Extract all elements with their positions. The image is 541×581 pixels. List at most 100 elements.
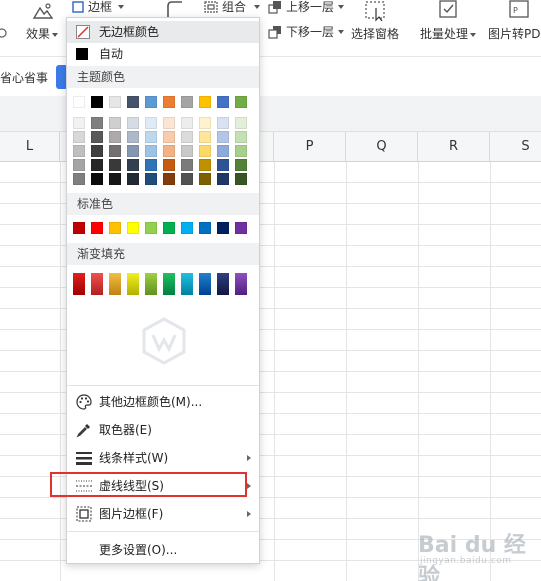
theme-color-swatch[interactable] [235,96,247,108]
theme-shade-swatch[interactable] [217,173,229,185]
menu-item-line-style[interactable]: 线条样式(W) [67,447,259,469]
theme-shade-swatch[interactable] [73,145,85,157]
selection-pane-button[interactable]: 选择窗格 [351,27,399,41]
theme-color-swatch[interactable] [73,96,85,108]
theme-shade-swatch[interactable] [235,117,247,129]
standard-color-swatch[interactable] [217,222,229,234]
theme-color-swatch[interactable] [145,96,157,108]
theme-shade-swatch[interactable] [163,131,175,143]
effect-button[interactable]: 效果 [26,27,59,41]
settings-partial-icon[interactable] [0,26,10,40]
menu-item-more-border-colors[interactable]: 其他边框颜色(M)... [67,391,259,413]
theme-shade-swatch[interactable] [73,117,85,129]
theme-shade-swatch[interactable] [163,117,175,129]
theme-shade-swatch[interactable] [181,131,193,143]
standard-color-swatch[interactable] [199,222,211,234]
theme-shade-swatch[interactable] [91,131,103,143]
send-backward-button[interactable]: 下移一层 [264,25,346,41]
theme-shade-swatch[interactable] [217,131,229,143]
theme-color-swatch[interactable] [163,96,175,108]
gradient-swatch[interactable] [235,273,247,295]
menu-item-picture-border[interactable]: 图片边框(F) [67,503,259,525]
theme-shade-swatch[interactable] [73,173,85,185]
theme-shade-swatch[interactable] [163,159,175,171]
batch-button[interactable]: 批量处理 [420,27,477,41]
theme-shade-swatch[interactable] [199,131,211,143]
theme-color-swatch[interactable] [127,96,139,108]
gradient-swatch[interactable] [109,273,121,295]
menu-item-more-settings[interactable]: 更多设置(O)... [67,539,259,561]
standard-color-swatch[interactable] [91,222,103,234]
theme-color-swatch[interactable] [181,96,193,108]
column-header-s[interactable]: S [490,132,541,162]
theme-shade-swatch[interactable] [199,145,211,157]
theme-shade-swatch[interactable] [109,159,121,171]
theme-shade-swatch[interactable] [145,131,157,143]
standard-color-swatch[interactable] [235,222,247,234]
theme-shade-swatch[interactable] [127,159,139,171]
gradient-swatch[interactable] [127,273,139,295]
theme-shade-swatch[interactable] [109,131,121,143]
theme-shade-swatch[interactable] [91,117,103,129]
theme-shade-swatch[interactable] [163,173,175,185]
gradient-swatch[interactable] [163,273,175,295]
theme-shade-swatch[interactable] [181,145,193,157]
theme-shade-swatch[interactable] [181,159,193,171]
theme-color-swatch[interactable] [91,96,103,108]
theme-color-swatch[interactable] [199,96,211,108]
standard-color-swatch[interactable] [163,222,175,234]
theme-shade-swatch[interactable] [235,159,247,171]
column-header-l[interactable]: L [0,132,60,162]
gradient-swatch[interactable] [181,273,193,295]
theme-shade-swatch[interactable] [145,159,157,171]
theme-shade-swatch[interactable] [217,117,229,129]
theme-shade-swatch[interactable] [73,159,85,171]
theme-shade-swatch[interactable] [91,145,103,157]
gradient-swatch[interactable] [91,273,103,295]
selection-pane-icon[interactable] [364,0,388,22]
column-header-q[interactable]: Q [346,132,418,162]
menu-item-color-picker[interactable]: 取色器(E) [67,419,259,441]
theme-shade-swatch[interactable] [235,131,247,143]
theme-shade-swatch[interactable] [109,117,121,129]
theme-shade-swatch[interactable] [145,173,157,185]
menu-item-no-border-color[interactable]: 无边框颜色 [67,21,259,43]
theme-shade-swatch[interactable] [145,117,157,129]
standard-color-swatch[interactable] [109,222,121,234]
theme-shade-swatch[interactable] [235,173,247,185]
pic-to-pdf-icon[interactable]: P [508,0,532,20]
gradient-swatch[interactable] [217,273,229,295]
theme-shade-swatch[interactable] [91,159,103,171]
column-header-r[interactable]: R [418,132,490,162]
menu-item-auto[interactable]: 自动 [67,43,259,65]
theme-shade-swatch[interactable] [73,131,85,143]
theme-color-swatch[interactable] [217,96,229,108]
theme-shade-swatch[interactable] [109,145,121,157]
effect-icon[interactable] [32,2,54,22]
gradient-swatch[interactable] [199,273,211,295]
theme-shade-swatch[interactable] [127,145,139,157]
theme-shade-swatch[interactable] [199,159,211,171]
standard-color-swatch[interactable] [73,222,85,234]
pic-to-pdf-button[interactable]: 图片转PD [488,27,540,41]
standard-color-swatch[interactable] [181,222,193,234]
standard-color-swatch[interactable] [145,222,157,234]
gradient-swatch[interactable] [73,273,85,295]
theme-shade-swatch[interactable] [217,145,229,157]
bring-forward-button[interactable]: 上移一层 [264,0,346,16]
gradient-swatch[interactable] [145,273,157,295]
batch-icon[interactable] [438,0,458,20]
theme-shade-swatch[interactable] [109,173,121,185]
theme-shade-swatch[interactable] [199,173,211,185]
theme-shade-swatch[interactable] [127,131,139,143]
column-header-p[interactable]: P [274,132,346,162]
theme-shade-swatch[interactable] [163,145,175,157]
standard-color-swatch[interactable] [127,222,139,234]
theme-color-swatch[interactable] [109,96,121,108]
theme-shade-swatch[interactable] [127,173,139,185]
theme-shade-swatch[interactable] [199,117,211,129]
theme-shade-swatch[interactable] [217,159,229,171]
theme-shade-swatch[interactable] [127,117,139,129]
theme-shade-swatch[interactable] [145,145,157,157]
theme-shade-swatch[interactable] [235,145,247,157]
